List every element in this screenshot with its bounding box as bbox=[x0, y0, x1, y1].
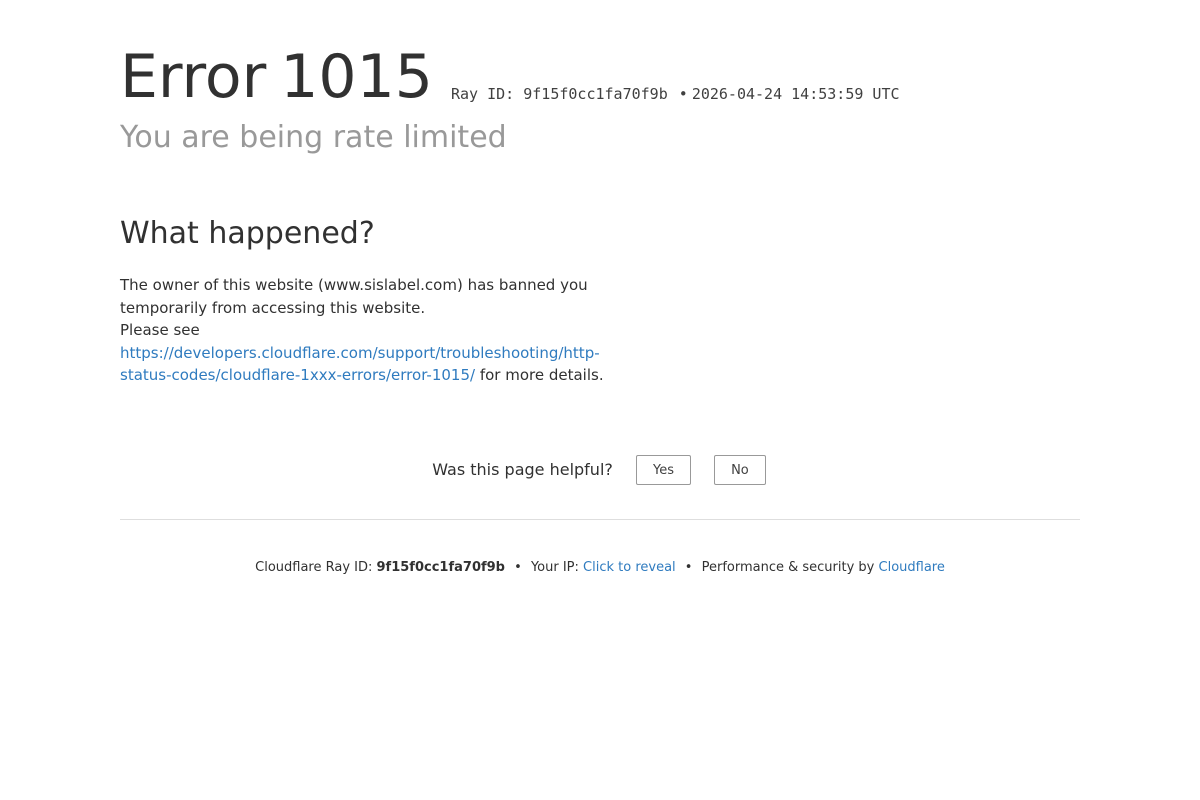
ray-separator: • bbox=[678, 85, 688, 103]
error-code: 1015 bbox=[280, 42, 433, 112]
error-header: Error 1015 Ray ID: 9f15f0cc1fa70f9b • 2026… bbox=[120, 42, 1080, 112]
ban-explanation: The owner of this website (www.sislabel.… bbox=[120, 276, 588, 317]
feedback-section: Was this page helpful? Yes No bbox=[120, 453, 1080, 487]
what-happened-text: The owner of this website (www.sislabel.… bbox=[120, 274, 610, 387]
ray-id-label: Ray ID: 9f15f0cc1fa70f9b bbox=[451, 85, 668, 103]
feedback-question: Was this page helpful? bbox=[432, 460, 613, 479]
please-see-text: Please see bbox=[120, 321, 200, 339]
what-happened-section: What happened? The owner of this website… bbox=[120, 216, 610, 387]
yes-button[interactable]: Yes bbox=[635, 455, 691, 485]
footer: Cloudflare Ray ID: 9f15f0cc1fa70f9b • Yo… bbox=[120, 560, 1080, 575]
footer-separator: • bbox=[684, 559, 693, 575]
timestamp: 2026-04-24 14:53:59 UTC bbox=[691, 85, 900, 103]
more-details-text: for more details. bbox=[475, 366, 604, 384]
what-happened-heading: What happened? bbox=[120, 216, 375, 251]
reveal-ip-link[interactable]: Click to reveal bbox=[583, 560, 676, 575]
no-button[interactable]: No bbox=[714, 455, 766, 485]
error-word: Error bbox=[120, 42, 267, 112]
footer-ray-id: 9f15f0cc1fa70f9b bbox=[376, 559, 505, 575]
footer-separator: • bbox=[514, 559, 522, 575]
error-subtitle: You are being rate limited bbox=[120, 120, 507, 155]
error-title: Error 1015 bbox=[120, 42, 433, 112]
page-container: Error 1015 Ray ID: 9f15f0cc1fa70f9b • 2026… bbox=[120, 0, 1080, 575]
footer-ray-prefix: Cloudflare Ray ID: bbox=[255, 559, 373, 575]
footer-divider bbox=[120, 518, 1080, 520]
cloudflare-link[interactable]: Cloudflare bbox=[879, 560, 945, 575]
ray-info: Ray ID: 9f15f0cc1fa70f9b • 2026-04-24 14:… bbox=[451, 85, 900, 103]
footer-ip-prefix: Your IP: bbox=[530, 559, 579, 575]
footer-perf-prefix: Performance & security by bbox=[701, 559, 875, 575]
